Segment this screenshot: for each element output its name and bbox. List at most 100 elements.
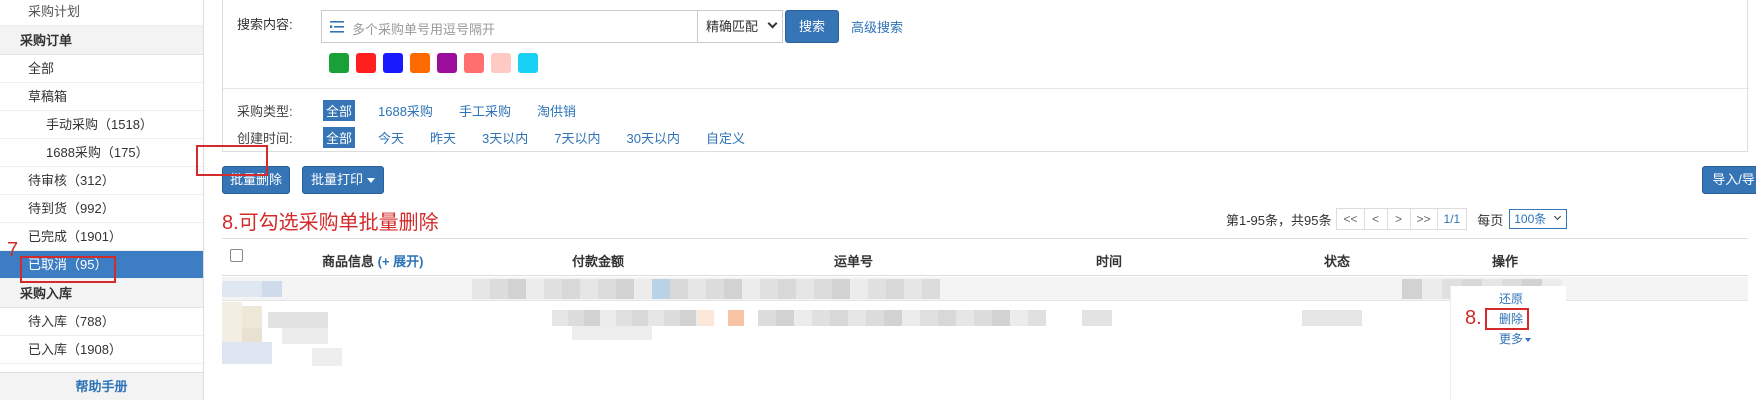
search-label: 搜索内容: xyxy=(237,17,293,32)
redacted-block xyxy=(850,279,868,299)
sidebar-item-done-inbound[interactable]: 已入库（1908） xyxy=(0,336,203,364)
annotation-step-7: 7 xyxy=(7,239,19,261)
col-tracking: 运单号 xyxy=(834,254,874,269)
color-swatch[interactable] xyxy=(410,53,430,73)
sidebar: 采购计划 采购订单 全部 草稿箱 手动采购（1518） 1688采购（175） … xyxy=(0,0,204,400)
type-filter-manual[interactable]: 手工采购 xyxy=(456,100,514,121)
color-swatch[interactable] xyxy=(437,53,457,73)
redacted-block xyxy=(552,310,568,326)
type-filter-all[interactable]: 全部 xyxy=(323,99,356,121)
per-page-label: 每页 xyxy=(1477,212,1504,228)
annotation-hint: 8.可勾选采购单批量删除 xyxy=(222,212,439,234)
time-filter-today[interactable]: 今天 xyxy=(375,127,407,148)
pagination: 第1-95条，共95条 << < > >> 1/1 每页 100条 xyxy=(1226,208,1568,230)
redacted-block xyxy=(938,310,956,326)
redacted-block xyxy=(242,306,262,328)
sidebar-item-purchase-plan[interactable]: 采购计划 xyxy=(0,0,203,26)
sidebar-item-1688[interactable]: 1688采购（175） xyxy=(0,139,203,167)
color-swatch[interactable] xyxy=(491,53,511,73)
redacted-block xyxy=(268,312,328,328)
redacted-block xyxy=(794,310,812,326)
annotation-box-delete xyxy=(1485,308,1529,330)
color-swatch[interactable] xyxy=(356,53,376,73)
sidebar-item-manual[interactable]: 手动采购（1518） xyxy=(0,111,203,139)
redacted-block xyxy=(778,279,796,299)
redacted-block xyxy=(1302,310,1362,326)
color-swatch[interactable] xyxy=(518,53,538,73)
advanced-search-link[interactable]: 高级搜索 xyxy=(851,17,903,36)
redacted-block xyxy=(634,279,652,299)
redacted-block xyxy=(698,310,714,326)
redacted-block xyxy=(1010,310,1028,326)
filter-row-type: 采购类型: 全部 1688采购 手工采购 淘供销 xyxy=(237,99,599,121)
type-filter-1688[interactable]: 1688采购 xyxy=(375,100,436,121)
redacted-block xyxy=(832,279,850,299)
color-swatch[interactable] xyxy=(464,53,484,73)
divider xyxy=(223,88,1749,89)
prev-page-button[interactable]: < xyxy=(1363,208,1388,230)
match-mode-select[interactable]: 精确匹配 xyxy=(697,10,783,43)
annotation-box-cancelled xyxy=(20,256,116,283)
redacted-block xyxy=(1402,279,1422,299)
sidebar-item-completed[interactable]: 已完成（1901） xyxy=(0,223,203,251)
redacted-block xyxy=(584,310,600,326)
more-label: 更多 xyxy=(1499,332,1524,346)
help-manual-link[interactable]: 帮助手册 xyxy=(0,372,203,400)
restore-link[interactable]: 还原 xyxy=(1499,290,1523,307)
sidebar-item-all[interactable]: 全部 xyxy=(0,55,203,83)
type-filter-label: 采购类型: xyxy=(237,103,293,119)
sidebar-item-drafts[interactable]: 草稿箱 xyxy=(0,83,203,111)
expand-link[interactable]: (+ 展开) xyxy=(378,254,424,269)
time-filter-yesterday[interactable]: 昨天 xyxy=(427,127,459,148)
chevron-down-icon xyxy=(1554,212,1562,221)
more-link[interactable]: 更多 xyxy=(1499,330,1532,347)
first-page-button[interactable]: << xyxy=(1336,208,1365,230)
color-swatch[interactable] xyxy=(329,53,349,73)
caret-down-icon xyxy=(367,178,375,184)
list-icon xyxy=(330,21,344,33)
redacted-block xyxy=(886,279,904,299)
redacted-block xyxy=(600,310,616,326)
import-export-label: 导入/导出 xyxy=(1712,172,1756,187)
col-amount: 付款金额 xyxy=(572,254,625,269)
last-page-button[interactable]: >> xyxy=(1409,208,1438,230)
import-export-button[interactable]: 导入/导出 xyxy=(1702,166,1756,194)
redacted-block xyxy=(812,310,830,326)
match-mode-value: 精确匹配 xyxy=(706,19,759,34)
redacted-block xyxy=(758,310,776,326)
time-filter-all[interactable]: 全部 xyxy=(323,126,356,148)
per-page-value: 100条 xyxy=(1514,212,1547,226)
redacted-block xyxy=(904,279,922,299)
type-filter-taogongxiao[interactable]: 淘供销 xyxy=(534,100,579,121)
redacted-block xyxy=(742,279,760,299)
select-all-checkbox[interactable] xyxy=(230,249,243,262)
redacted-block xyxy=(1082,310,1112,326)
redacted-block xyxy=(724,279,742,299)
sidebar-item-pending-arrival[interactable]: 待到货（992） xyxy=(0,195,203,223)
batch-print-button[interactable]: 批量打印 xyxy=(302,166,384,194)
redacted-block xyxy=(262,281,282,297)
annotation-step-8: 8. xyxy=(1465,307,1482,329)
sidebar-item-pending-inbound[interactable]: 待入库（788） xyxy=(0,308,203,336)
time-filter-7days[interactable]: 7天以内 xyxy=(551,127,603,148)
redacted-block xyxy=(1028,310,1046,326)
redacted-block xyxy=(796,279,814,299)
search-button[interactable]: 搜索 xyxy=(785,10,839,43)
color-swatch[interactable] xyxy=(383,53,403,73)
next-page-button[interactable]: > xyxy=(1386,208,1411,230)
redacted-block xyxy=(706,279,724,299)
time-filter-custom[interactable]: 自定义 xyxy=(703,127,748,148)
time-filter-30days[interactable]: 30天以内 xyxy=(624,127,683,148)
chevron-down-icon xyxy=(767,18,778,29)
redacted-block xyxy=(664,310,680,326)
redacted-block xyxy=(652,279,670,299)
time-filter-3days[interactable]: 3天以内 xyxy=(479,127,531,148)
redacted-block xyxy=(866,310,884,326)
sidebar-group-inbound: 采购入库 xyxy=(0,279,203,308)
col-ops: 操作 xyxy=(1492,254,1519,269)
sidebar-item-pending-review[interactable]: 待审核（312） xyxy=(0,167,203,195)
per-page-select[interactable]: 100条 xyxy=(1509,209,1568,229)
batch-print-label: 批量打印 xyxy=(310,172,363,187)
main-content: 搜索内容: 多个采购单号用逗号隔开 精确匹配 搜索 高级搜索 采购类型: 全部 … xyxy=(222,0,1756,400)
redacted-block xyxy=(544,279,562,299)
